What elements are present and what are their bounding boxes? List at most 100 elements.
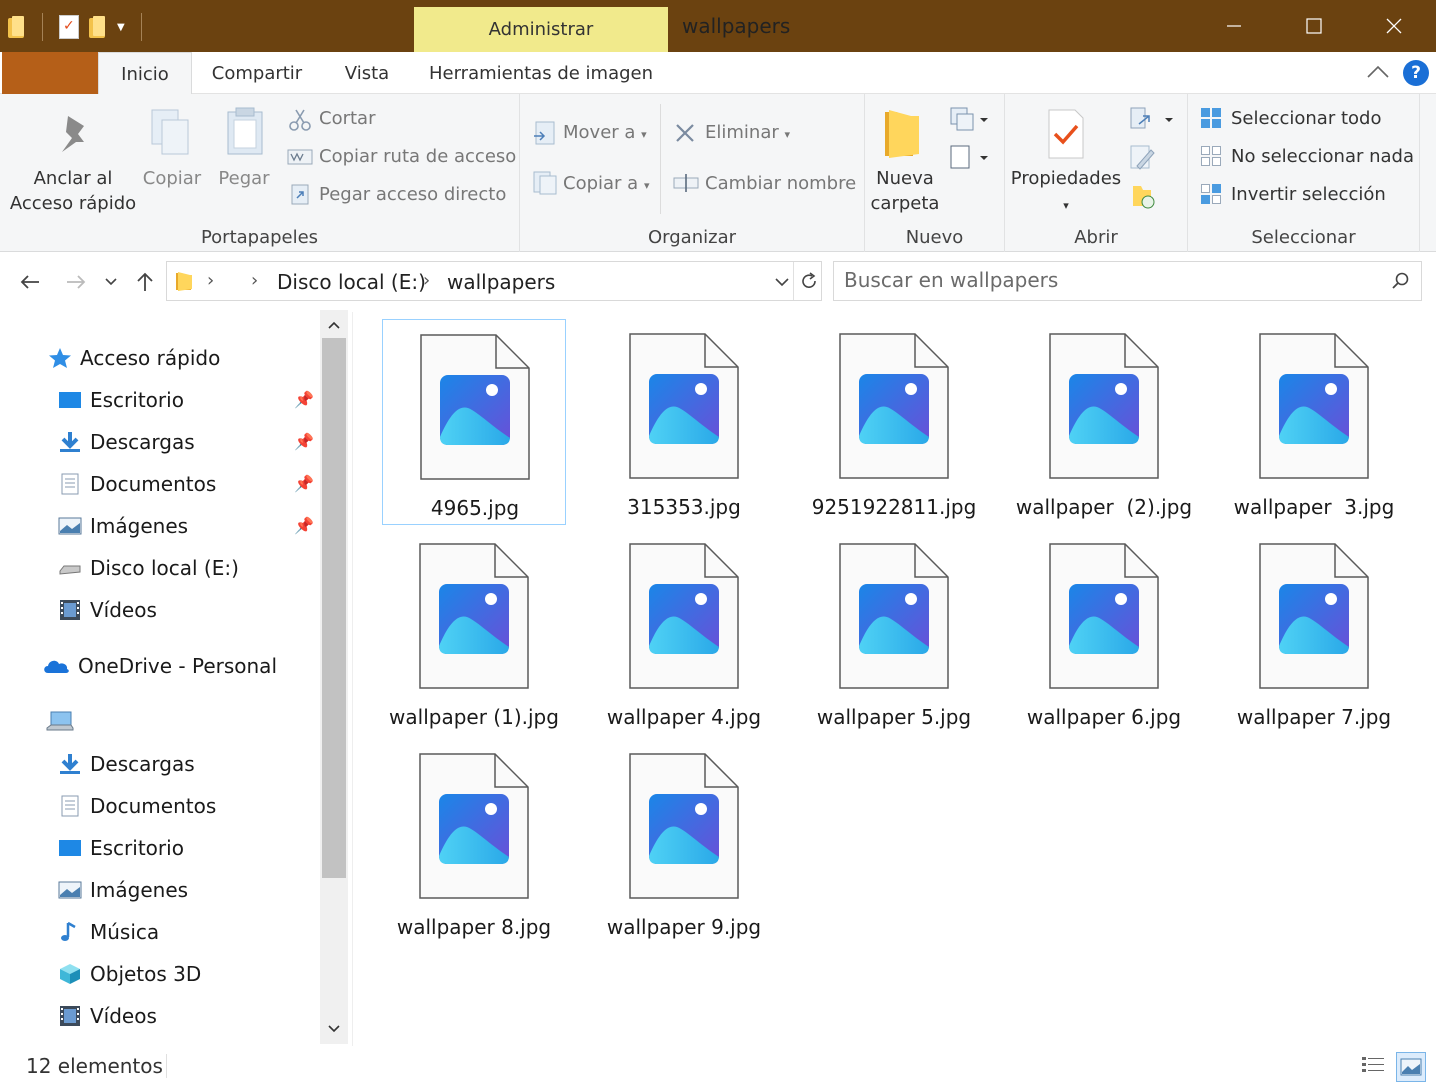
paste-shortcut-button[interactable]: Pegar acceso directo bbox=[319, 184, 506, 205]
address-dropdown-icon[interactable] bbox=[775, 277, 789, 287]
desktop-icon bbox=[59, 392, 81, 408]
pin-icon[interactable]: 📌 bbox=[294, 432, 314, 452]
pin-icon[interactable]: 📌 bbox=[294, 474, 314, 494]
file-name: wallpaper 7.jpg bbox=[1236, 705, 1392, 729]
pin-quick-access-button[interactable]: Anclar al Acceso rápido bbox=[8, 166, 138, 216]
document-icon bbox=[61, 473, 79, 495]
nav-this-pc[interactable] bbox=[46, 704, 82, 740]
file-item[interactable]: wallpaper 8.jpg bbox=[382, 739, 566, 945]
recent-locations-button[interactable] bbox=[100, 266, 122, 298]
scroll-down-button[interactable] bbox=[320, 1016, 348, 1042]
history-icon[interactable] bbox=[1129, 182, 1157, 210]
nav-pc-escritorio[interactable]: Escritorio bbox=[58, 830, 184, 866]
file-item[interactable]: wallpaper 9.jpg bbox=[592, 739, 776, 945]
new-folder-button[interactable]: Nueva carpeta bbox=[865, 166, 945, 216]
file-item[interactable]: wallpaper 7.jpg bbox=[1222, 529, 1406, 735]
group-label-abrir: Abrir bbox=[1074, 227, 1118, 248]
nav-onedrive[interactable]: OneDrive - Personal bbox=[42, 648, 277, 684]
tab-herramientas-de-imagen[interactable]: Herramientas de imagen bbox=[414, 52, 668, 94]
maximize-button[interactable] bbox=[1274, 0, 1354, 52]
up-button[interactable] bbox=[130, 266, 160, 298]
nav-item-videos[interactable]: Vídeos bbox=[58, 592, 157, 628]
nav-item-disco-local[interactable]: Disco local (E:) bbox=[58, 550, 239, 586]
file-item[interactable]: wallpaper (2).jpg bbox=[1012, 319, 1196, 525]
search-box[interactable] bbox=[833, 261, 1422, 301]
move-to-button[interactable]: Mover a ▾ bbox=[563, 122, 647, 143]
select-none-button[interactable]: No seleccionar nada bbox=[1231, 146, 1414, 167]
folder-icon[interactable] bbox=[8, 16, 26, 38]
paste-shortcut-icon bbox=[291, 184, 309, 205]
cut-button[interactable]: Cortar bbox=[319, 108, 375, 129]
file-item[interactable]: wallpaper 5.jpg bbox=[802, 529, 986, 735]
rename-button[interactable]: Cambiar nombre bbox=[705, 173, 856, 194]
chevron-right-icon[interactable]: › bbox=[207, 270, 214, 291]
nav-item-escritorio[interactable]: Escritorio bbox=[58, 382, 184, 418]
cube-3d-icon bbox=[60, 964, 80, 984]
address-bar[interactable]: › › Disco local (E:) › wallpapers bbox=[166, 261, 822, 301]
back-button[interactable] bbox=[14, 266, 46, 298]
cloud-icon bbox=[44, 660, 69, 673]
nav-pc-imagenes[interactable]: Imágenes bbox=[58, 872, 188, 908]
breadcrumb-disco-local[interactable]: Disco local (E:) bbox=[277, 270, 426, 294]
properties-icon bbox=[1048, 109, 1084, 159]
nav-pc-objetos-3d[interactable]: Objetos 3D bbox=[58, 956, 201, 992]
file-item[interactable]: wallpaper 4.jpg bbox=[592, 529, 776, 735]
breadcrumb-wallpapers[interactable]: wallpapers bbox=[447, 270, 555, 294]
refresh-icon[interactable] bbox=[799, 271, 819, 291]
large-icons-view-button[interactable] bbox=[1396, 1052, 1426, 1082]
scroll-up-button[interactable] bbox=[320, 312, 348, 338]
new-item-icon[interactable] bbox=[949, 106, 989, 134]
nav-item-descargas[interactable]: Descargas bbox=[58, 424, 195, 460]
new-folder-icon[interactable] bbox=[89, 16, 107, 38]
open-icon[interactable] bbox=[1129, 106, 1175, 134]
search-icon[interactable] bbox=[1392, 272, 1410, 290]
delete-icon bbox=[676, 124, 694, 142]
download-icon bbox=[60, 754, 80, 774]
nav-item-imagenes[interactable]: Imágenes bbox=[58, 508, 188, 544]
copy-to-label: Copiar a bbox=[563, 173, 639, 194]
nav-acceso-rapido[interactable]: Acceso rápido bbox=[48, 340, 220, 376]
tab-compartir[interactable]: Compartir bbox=[196, 52, 318, 94]
chevron-right-icon[interactable]: › bbox=[251, 270, 258, 291]
details-view-icon[interactable] bbox=[1360, 1054, 1386, 1078]
nav-item-documentos[interactable]: Documentos bbox=[58, 466, 216, 502]
window-title: wallpapers bbox=[682, 14, 791, 38]
close-button[interactable] bbox=[1354, 0, 1434, 52]
copy-to-button[interactable]: Copiar a ▾ bbox=[563, 173, 649, 194]
edit-icon[interactable] bbox=[1129, 144, 1157, 172]
nav-pc-musica[interactable]: Música bbox=[58, 914, 159, 950]
file-item[interactable]: 315353.jpg bbox=[592, 319, 776, 525]
help-icon[interactable]: ? bbox=[1403, 60, 1429, 86]
video-icon bbox=[60, 600, 80, 620]
copy-button[interactable]: Copiar bbox=[138, 166, 206, 191]
pin-icon[interactable]: 📌 bbox=[294, 516, 314, 536]
nav-pc-videos[interactable]: Vídeos bbox=[58, 998, 157, 1034]
file-item[interactable]: wallpaper 6.jpg bbox=[1012, 529, 1196, 735]
properties-icon[interactable] bbox=[59, 15, 79, 39]
select-all-button[interactable]: Seleccionar todo bbox=[1231, 108, 1381, 129]
easy-access-icon[interactable] bbox=[949, 144, 989, 172]
customize-toolbar-chevron-icon[interactable]: ▼ bbox=[117, 22, 125, 33]
paste-button[interactable]: Pegar bbox=[210, 166, 278, 191]
collapse-ribbon-icon[interactable] bbox=[1366, 62, 1390, 82]
tab-administrar[interactable]: Administrar bbox=[414, 7, 668, 52]
nav-pc-descargas[interactable]: Descargas bbox=[58, 746, 195, 782]
file-item[interactable]: 4965.jpg bbox=[382, 319, 566, 525]
search-input[interactable] bbox=[844, 268, 1364, 292]
tab-inicio[interactable]: Inicio bbox=[98, 52, 192, 95]
nav-pc-documentos[interactable]: Documentos bbox=[58, 788, 216, 824]
properties-button[interactable]: Propiedades ▾ bbox=[1007, 166, 1125, 218]
file-item[interactable]: 9251922811.jpg bbox=[802, 319, 986, 525]
minimize-button[interactable] bbox=[1194, 0, 1274, 52]
pin-icon[interactable]: 📌 bbox=[294, 390, 314, 410]
file-item[interactable]: wallpaper (1).jpg bbox=[382, 529, 566, 735]
nav-scrollbar[interactable] bbox=[320, 310, 348, 1044]
file-item[interactable]: wallpaper 3.jpg bbox=[1222, 319, 1406, 525]
delete-button[interactable]: Eliminar ▾ bbox=[705, 122, 790, 143]
forward-button[interactable] bbox=[60, 266, 92, 298]
invert-selection-button[interactable]: Invertir selección bbox=[1231, 184, 1386, 205]
tab-vista[interactable]: Vista bbox=[326, 52, 408, 94]
copy-path-button[interactable]: Copiar ruta de acceso bbox=[319, 146, 516, 167]
scroll-thumb[interactable] bbox=[322, 338, 346, 878]
chevron-right-icon[interactable]: › bbox=[423, 270, 430, 291]
